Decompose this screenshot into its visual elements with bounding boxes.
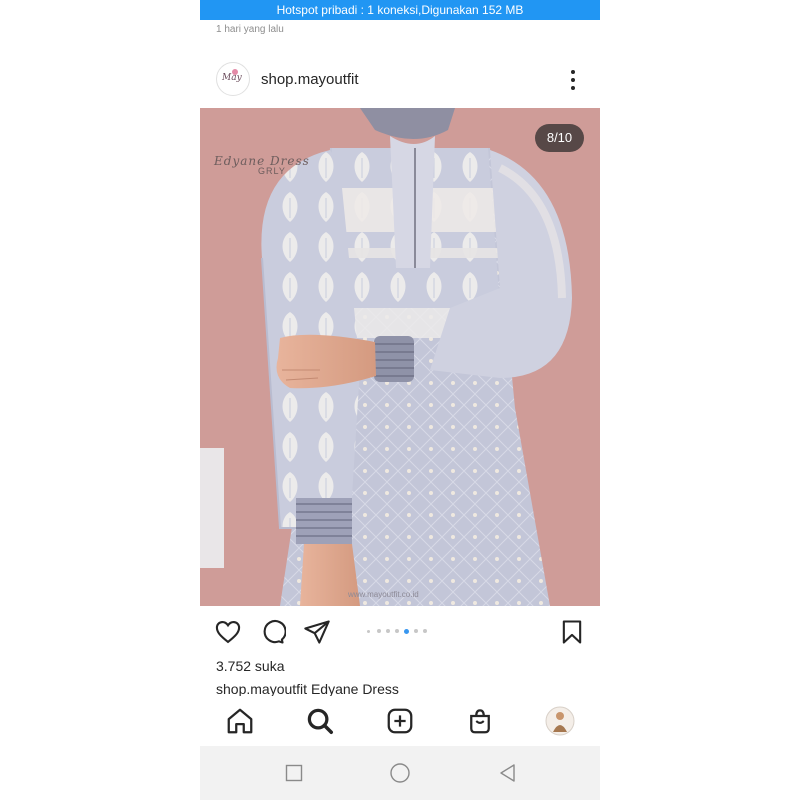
photo-watermark-sub: GRLY: [258, 166, 286, 176]
carousel-dot: [386, 629, 390, 633]
carousel-dot: [423, 629, 427, 633]
back-icon[interactable]: [496, 761, 520, 785]
post-time: 1 hari yang lalu: [216, 24, 284, 35]
carousel-dot-active: [404, 628, 409, 634]
dress-illustration: [200, 108, 600, 606]
profile-avatar[interactable]: [545, 706, 575, 736]
post-username[interactable]: shop.mayoutfit: [261, 71, 359, 88]
home-circle-icon[interactable]: [388, 761, 412, 785]
home-icon[interactable]: [225, 706, 255, 736]
search-icon[interactable]: [305, 706, 335, 736]
carousel-dot: [395, 629, 399, 633]
send-icon[interactable]: [303, 618, 331, 646]
add-post-icon[interactable]: [385, 706, 415, 736]
carousel-dot: [367, 630, 370, 633]
system-navigation-bar: [200, 746, 600, 800]
bookmark-icon[interactable]: [558, 618, 586, 646]
caption-text: Edyane Dress: [310, 681, 399, 696]
post-photo[interactable]: Edyane Dress GRLY 8/10 www.mayoutfit.co.…: [200, 108, 600, 606]
post-actions: [200, 612, 600, 652]
shop-icon[interactable]: [465, 706, 495, 736]
comment-icon[interactable]: [258, 618, 287, 646]
heart-icon[interactable]: [214, 618, 242, 646]
more-options-icon[interactable]: [563, 68, 583, 92]
recents-icon[interactable]: [282, 761, 306, 785]
post-header: May shop.mayoutfit: [200, 60, 600, 100]
carousel-counter: 8/10: [535, 124, 584, 152]
carousel-dot: [414, 629, 418, 633]
caption-username[interactable]: shop.mayoutfit: [216, 681, 307, 696]
photo-url-watermark: www.mayoutfit.co.id: [348, 590, 419, 599]
phone-screen: Hotspot pribadi : 1 koneksi,Digunakan 15…: [200, 0, 600, 800]
avatar-logo-text: May: [222, 73, 242, 83]
like-count[interactable]: 3.752 suka: [216, 658, 285, 674]
hotspot-status-bar: Hotspot pribadi : 1 koneksi,Digunakan 15…: [200, 0, 600, 20]
bottom-navigation: [200, 698, 600, 744]
shop-avatar[interactable]: May: [216, 62, 250, 96]
post-caption: shop.mayoutfit Edyane Dress: [216, 680, 596, 696]
carousel-dot: [377, 629, 381, 633]
